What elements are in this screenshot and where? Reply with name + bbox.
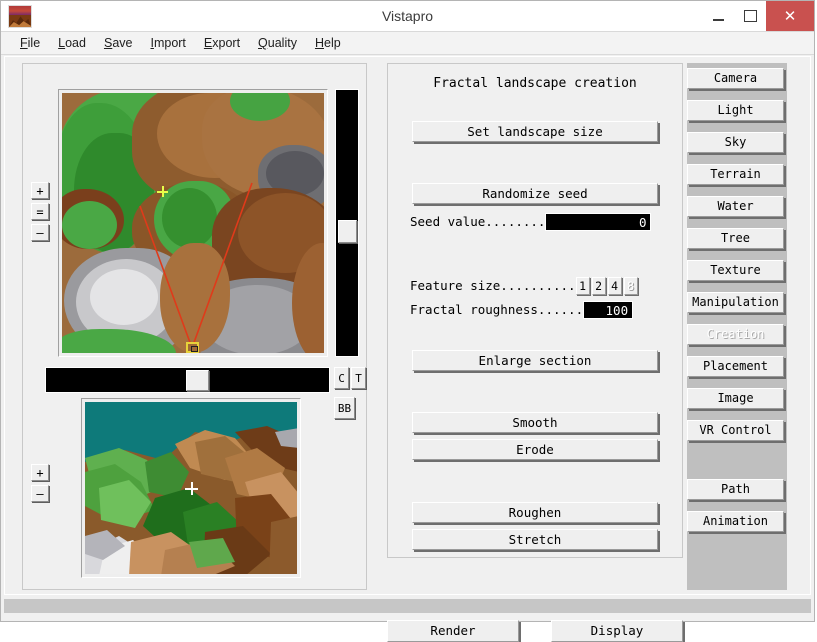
map-horizontal-scrollbar[interactable] <box>45 367 330 393</box>
map-zoom-out-button[interactable]: – <box>31 224 49 241</box>
overhead-map-frame <box>58 89 328 357</box>
c-button[interactable]: C <box>334 367 349 389</box>
animation-button[interactable]: Animation <box>687 511 784 532</box>
texture-button[interactable]: Texture <box>687 260 784 281</box>
action-button-row: Render Display <box>387 620 683 642</box>
status-bar <box>4 599 811 613</box>
stretch-button[interactable]: Stretch <box>412 529 658 550</box>
application-window: Vistapro ✕ FFileile Load Save Import Exp… <box>0 0 815 642</box>
center-panel: Fractal landscape creation Set landscape… <box>387 63 683 558</box>
feature-size-option-1[interactable]: 1 <box>575 276 590 295</box>
enlarge-section-button[interactable]: Enlarge section <box>412 350 658 371</box>
terrain-3d-preview[interactable] <box>85 402 297 574</box>
set-landscape-size-button[interactable]: Set landscape size <box>412 121 658 142</box>
preview-zoom-controls: + – <box>31 464 49 502</box>
preview-zoom-out-button[interactable]: – <box>31 485 49 502</box>
menu-item-import[interactable]: Import <box>141 36 194 50</box>
menu-item-load[interactable]: Load <box>49 36 95 50</box>
preview-zoom-in-button[interactable]: + <box>31 464 49 481</box>
feature-size-label: Feature size.......... <box>410 278 576 293</box>
map-horizontal-scroll-thumb[interactable] <box>186 370 209 391</box>
manipulation-button[interactable]: Manipulation <box>687 292 784 313</box>
smooth-button[interactable]: Smooth <box>412 412 658 433</box>
panel-title: Fractal landscape creation <box>433 76 637 91</box>
menu-item-save[interactable]: Save <box>95 36 142 50</box>
map-mode-buttons: C T <box>334 367 366 389</box>
roughen-button[interactable]: Roughen <box>412 502 658 523</box>
erode-button[interactable]: Erode <box>412 439 658 460</box>
map-zoom-controls: + = – <box>31 182 49 241</box>
randomize-seed-button[interactable]: Randomize seed <box>412 183 658 204</box>
water-button[interactable]: Water <box>687 196 784 217</box>
display-button[interactable]: Display <box>551 620 683 642</box>
creation-button: Creation <box>687 324 784 345</box>
right-panel: Camera Light Sky Terrain Water Tree Text… <box>687 63 787 590</box>
seed-value-label: Seed value........ <box>410 214 546 229</box>
preview-center-crosshair <box>185 482 198 495</box>
close-button[interactable]: ✕ <box>766 1 814 31</box>
camera-position-marker[interactable] <box>186 342 199 353</box>
window-title: Vistapro <box>381 8 434 24</box>
preview-frame <box>81 398 301 578</box>
overhead-map[interactable] <box>62 93 324 353</box>
fractal-roughness-field[interactable]: 100 <box>583 300 634 319</box>
minimize-button[interactable] <box>702 1 734 31</box>
placement-button[interactable]: Placement <box>687 356 784 377</box>
bb-button[interactable]: BB <box>334 397 355 419</box>
menu-item-help[interactable]: Help <box>306 36 350 50</box>
render-button[interactable]: Render <box>387 620 519 642</box>
fractal-roughness-label: Fractal roughness...... <box>410 302 584 317</box>
maximize-button[interactable] <box>734 1 766 31</box>
menu-bar: FFileile Load Save Import Export Quality… <box>1 32 814 55</box>
camera-view-cone <box>139 182 253 349</box>
map-zoom-reset-button[interactable]: = <box>31 203 49 220</box>
map-vertical-scrollbar[interactable] <box>335 89 359 357</box>
menu-item-export[interactable]: Export <box>195 36 249 50</box>
menu-item-file[interactable]: FFileile <box>11 36 49 50</box>
feature-size-option-4[interactable]: 4 <box>607 276 622 295</box>
t-button[interactable]: T <box>351 367 366 389</box>
title-bar: Vistapro ✕ <box>1 1 814 32</box>
camera-button[interactable]: Camera <box>687 68 784 89</box>
feature-size-option-2[interactable]: 2 <box>591 276 606 295</box>
map-zoom-in-button[interactable]: + <box>31 182 49 199</box>
feature-size-option-8: 8 <box>623 276 638 295</box>
map-vertical-scroll-thumb[interactable] <box>338 220 357 243</box>
menu-item-quality[interactable]: Quality <box>249 36 306 50</box>
sky-button[interactable]: Sky <box>687 132 784 153</box>
path-button[interactable]: Path <box>687 479 784 500</box>
light-button[interactable]: Light <box>687 100 784 121</box>
terrain-button[interactable]: Terrain <box>687 164 784 185</box>
client-area: + = – C T BB + – Fractal landscape creat… <box>4 56 811 642</box>
tree-button[interactable]: Tree <box>687 228 784 249</box>
left-panel: + = – C T BB + – <box>22 63 367 590</box>
vr-control-button[interactable]: VR Control <box>687 420 784 441</box>
seed-value-field[interactable]: 0 <box>545 212 652 231</box>
image-button[interactable]: Image <box>687 388 784 409</box>
window-controls: ✕ <box>702 1 814 31</box>
